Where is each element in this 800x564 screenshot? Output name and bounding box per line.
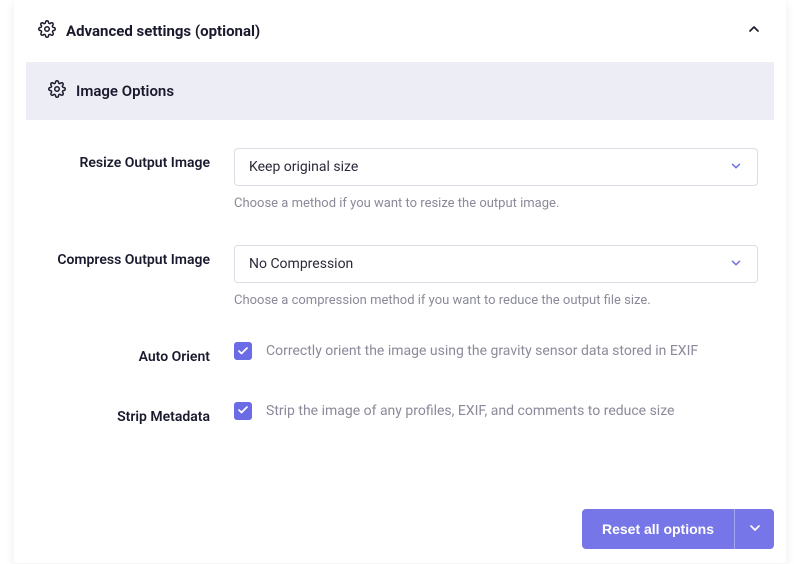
header-left: Advanced settings (optional) (38, 20, 260, 42)
compress-select[interactable]: No Compression (234, 245, 758, 283)
resize-control: Keep original size Choose a method if yo… (234, 148, 758, 211)
reset-all-button[interactable]: Reset all options (582, 509, 734, 549)
chevron-down-icon (747, 520, 763, 539)
compress-label: Compress Output Image (42, 245, 234, 271)
auto-orient-row: Auto Orient Correctly orient the image u… (42, 342, 758, 368)
compress-control: No Compression Choose a compression meth… (234, 245, 758, 308)
compress-value: No Compression (249, 256, 353, 272)
auto-orient-checkbox[interactable] (234, 342, 252, 360)
advanced-settings-panel: Advanced settings (optional) Image Optio… (14, 0, 786, 563)
strip-metadata-control: Strip the image of any profiles, EXIF, a… (234, 402, 758, 420)
strip-metadata-label: Strip Metadata (42, 402, 234, 428)
compress-row: Compress Output Image No Compression Cho… (42, 245, 758, 308)
auto-orient-label: Auto Orient (42, 342, 234, 368)
resize-helper: Choose a method if you want to resize th… (234, 196, 758, 211)
chevron-down-icon (729, 158, 743, 177)
check-icon (237, 401, 249, 420)
reset-dropdown-button[interactable] (734, 509, 774, 549)
panel-title: Advanced settings (optional) (66, 22, 260, 40)
strip-metadata-row: Strip Metadata Strip the image of any pr… (42, 402, 758, 428)
compress-helper: Choose a compression method if you want … (234, 293, 758, 308)
panel-footer: Reset all options (14, 469, 786, 563)
gear-icon (38, 20, 56, 42)
resize-row: Resize Output Image Keep original size C… (42, 148, 758, 211)
reset-button-group: Reset all options (582, 509, 774, 549)
strip-metadata-checkbox[interactable] (234, 402, 252, 420)
auto-orient-description: Correctly orient the image using the gra… (266, 343, 698, 359)
resize-select[interactable]: Keep original size (234, 148, 758, 186)
strip-metadata-description: Strip the image of any profiles, EXIF, a… (266, 403, 674, 419)
section-title: Image Options (76, 82, 174, 100)
auto-orient-control: Correctly orient the image using the gra… (234, 342, 758, 360)
check-icon (237, 342, 249, 361)
chevron-up-icon[interactable] (746, 21, 762, 41)
resize-label: Resize Output Image (42, 148, 234, 174)
image-options-header: Image Options (26, 62, 774, 120)
chevron-down-icon (729, 255, 743, 274)
resize-value: Keep original size (249, 159, 358, 175)
gear-icon (48, 80, 66, 102)
panel-header[interactable]: Advanced settings (optional) (14, 0, 786, 62)
form-area: Resize Output Image Keep original size C… (14, 120, 786, 469)
